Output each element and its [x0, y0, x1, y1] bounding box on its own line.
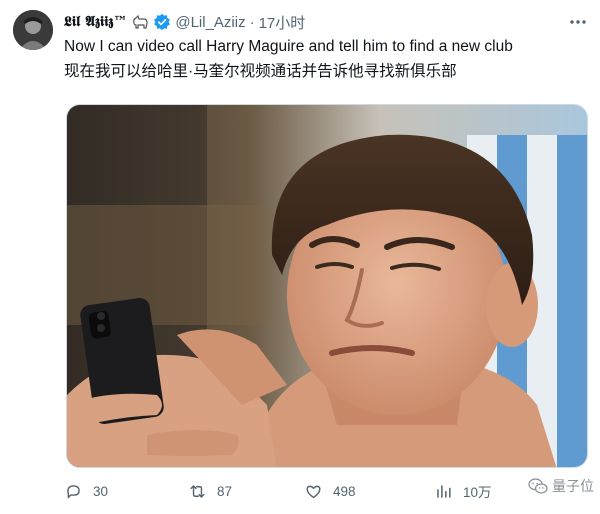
timestamp[interactable]: 17小时 [259, 12, 306, 33]
like-count: 498 [333, 483, 356, 499]
separator: · [249, 13, 255, 31]
reply-button[interactable]: 30 [64, 482, 108, 501]
wechat-icon [528, 478, 548, 494]
reply-icon [67, 484, 80, 498]
handle[interactable]: @Lil_Aziiz [175, 14, 245, 31]
tweet-header: 𝕷𝖎𝖑 𝕬𝖟𝖎𝖎𝖟™ @Lil_Aziiz · 17小时 [64, 11, 588, 33]
retweet-icon [190, 484, 205, 498]
more-options-icon[interactable] [568, 12, 588, 32]
tweet-text-chinese: 现在我可以给哈里·马奎尔视频通话并告诉他寻找新俱乐部 [64, 63, 457, 80]
reply-count: 30 [93, 483, 109, 499]
verified-badge-icon [153, 13, 171, 31]
views-icon [437, 484, 451, 498]
views-count: 10万 [463, 485, 492, 500]
goat-emoji [131, 14, 149, 30]
like-icon [306, 485, 321, 498]
tweet-media-photo[interactable] [66, 104, 588, 468]
retweet-button[interactable]: 87 [188, 482, 232, 501]
tweet-text-english: Now I can video call Harry Maguire and t… [64, 38, 513, 55]
like-button[interactable]: 498 [304, 482, 356, 501]
display-name[interactable]: 𝕷𝖎𝖑 𝕬𝖟𝖎𝖎𝖟™ [64, 14, 127, 30]
photo-man-holding-phone [67, 105, 587, 467]
avatar-image [13, 10, 53, 50]
views-button[interactable]: 10万 [434, 481, 492, 501]
watermark-text: 量子位 [552, 478, 594, 494]
watermark: 量子位 [528, 476, 594, 496]
tweet-actions: 30 87 498 10万 [64, 479, 590, 503]
avatar[interactable] [13, 10, 53, 50]
retweet-count: 87 [217, 483, 233, 499]
